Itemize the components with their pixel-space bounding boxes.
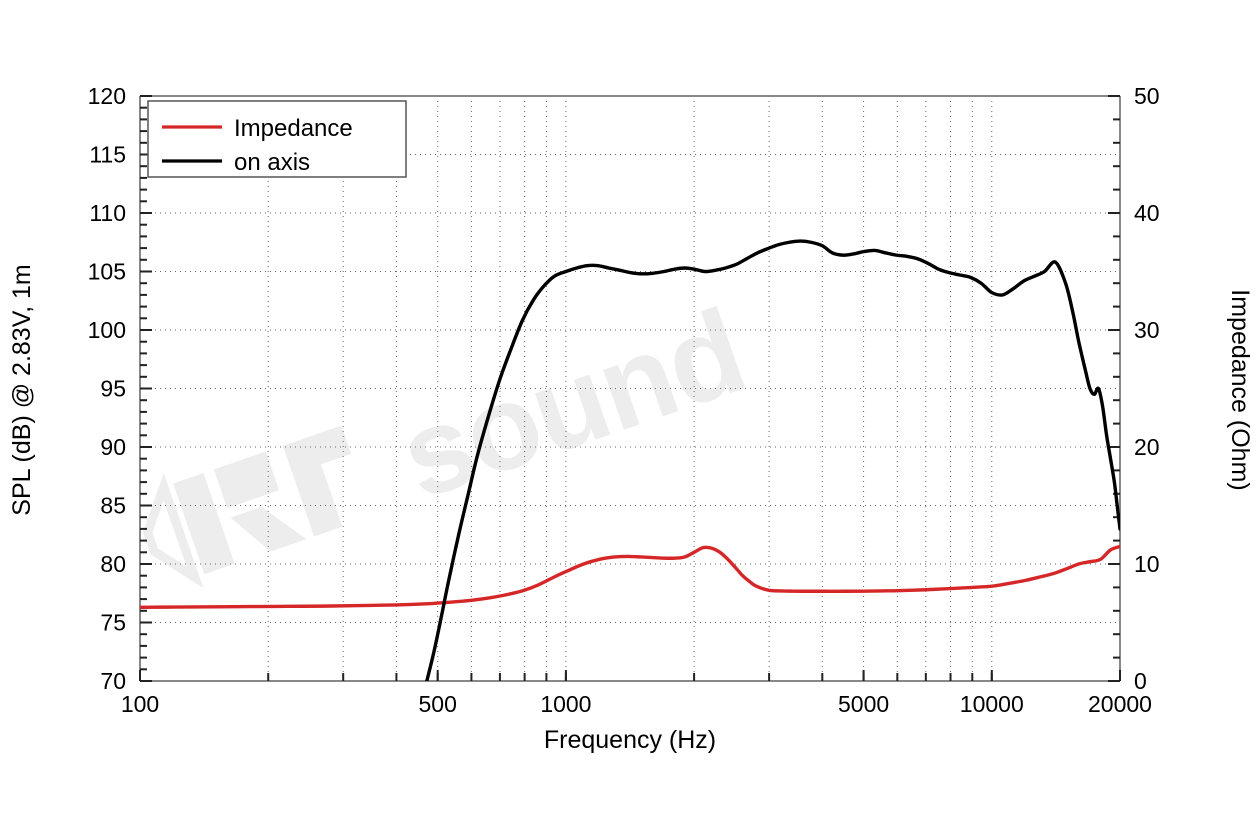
x-tick-label: 20000: [1088, 691, 1152, 717]
y2-tick-label: 0: [1134, 668, 1147, 694]
x-tick-label: 100: [121, 691, 159, 717]
y-tick-label: 95: [100, 376, 126, 402]
x-axis-label: Frequency (Hz): [544, 726, 716, 754]
y-tick-label: 115: [89, 142, 126, 168]
y-tick-label: 80: [100, 551, 126, 577]
y2-tick-label: 30: [1134, 317, 1160, 343]
legend-label-on-axis[interactable]: on axis: [234, 149, 310, 176]
y-tick-label: 70: [100, 668, 126, 694]
y-tick-label: 85: [100, 493, 126, 519]
chart-canvas: sound 100 500 1000 5000 10000 200007075808590…: [0, 0, 1260, 840]
y-tick-label: 110: [89, 200, 126, 226]
y-tick-label: 75: [100, 610, 126, 636]
x-tick-label: 500: [419, 691, 457, 717]
y2-tick-label: 40: [1134, 200, 1160, 226]
y2-axis-label: Impedance (Ohm): [1226, 289, 1254, 490]
y-axis-label: SPL (dB) @ 2.83V, 1m: [8, 264, 36, 515]
x-tick-label: 1000: [540, 691, 591, 717]
chart-legend[interactable]: Impedance on axis: [147, 100, 407, 178]
spl-impedance-chart: sound 100 500 1000 5000 10000 20000 70 75 80 85 90…: [0, 0, 1260, 840]
y2-tick-label: 10: [1134, 551, 1160, 577]
y-tick-label: 90: [100, 434, 126, 460]
y2-tick-label: 50: [1134, 83, 1160, 109]
legend-label-impedance[interactable]: Impedance: [234, 115, 353, 142]
y2-tick-label: 20: [1134, 434, 1160, 460]
x-tick-label: 5000: [838, 691, 889, 717]
x-tick-label: 10000: [960, 691, 1024, 717]
y-tick-label: 120: [88, 83, 126, 109]
y-tick-label: 105: [88, 259, 126, 285]
y-tick-label: 100: [88, 317, 126, 343]
